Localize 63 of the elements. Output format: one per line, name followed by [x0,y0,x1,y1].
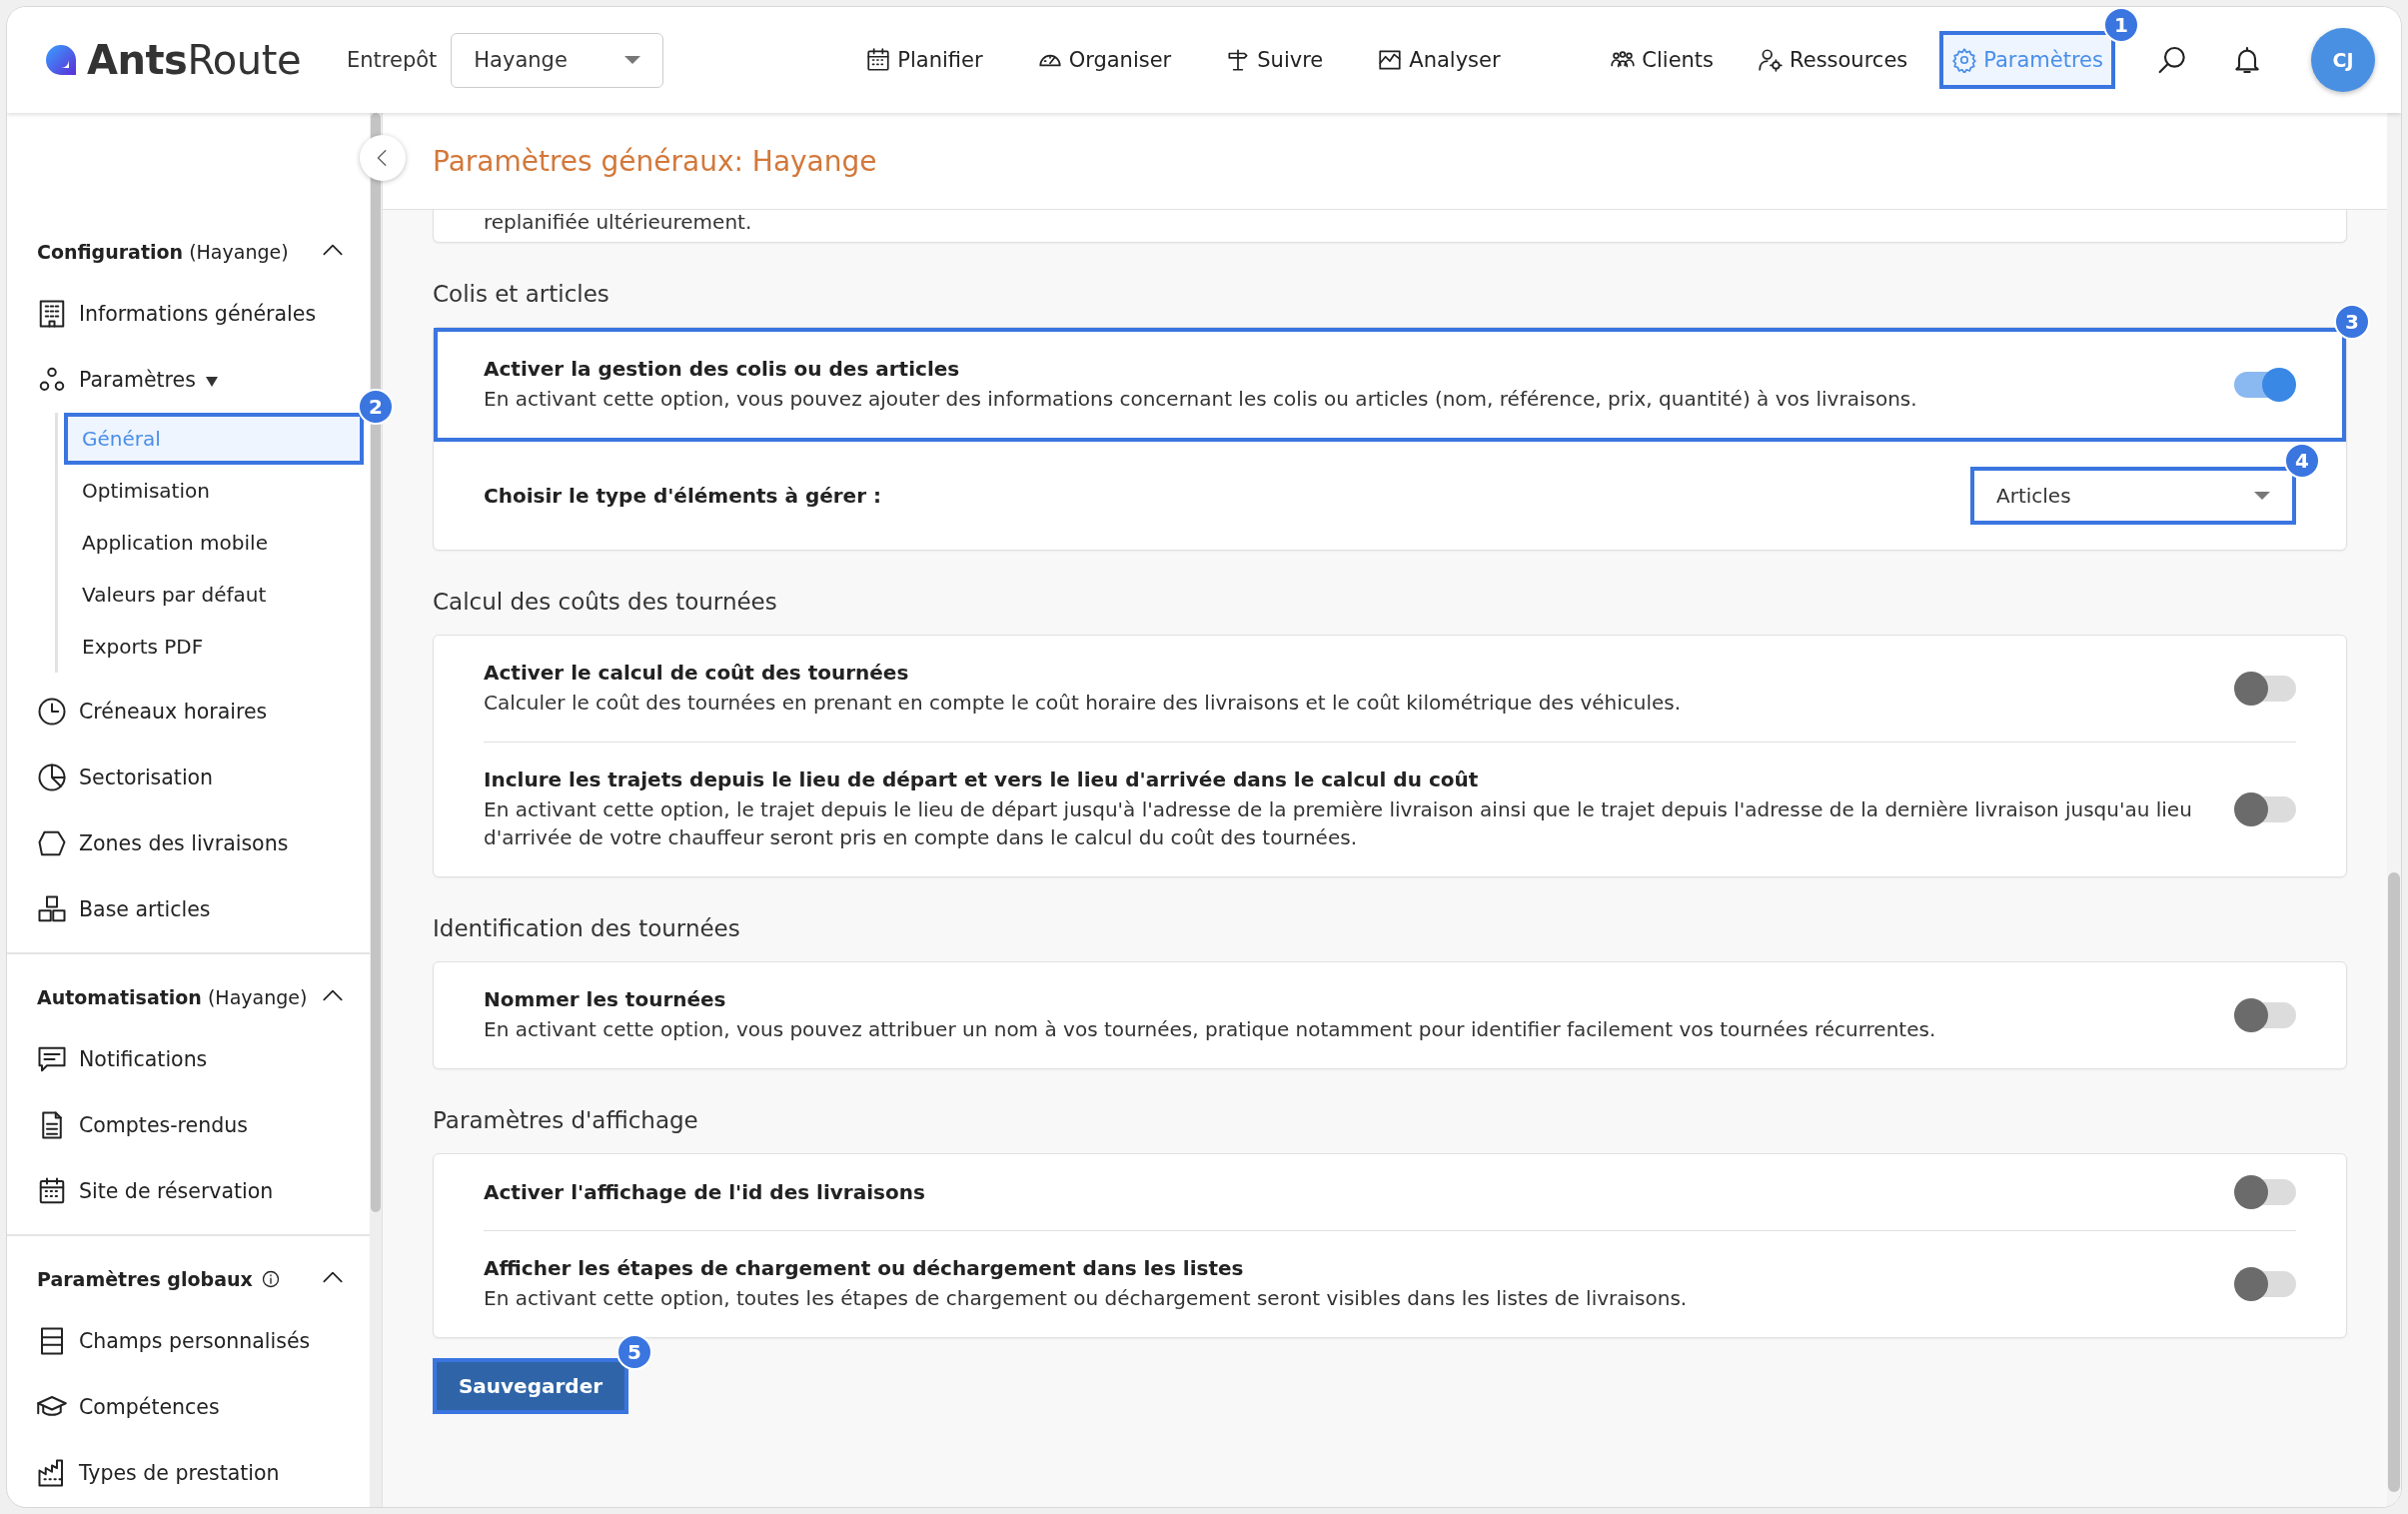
nav-item[interactable]: Analyser [1365,31,1513,89]
save-button[interactable]: Sauvegarder [433,1358,628,1414]
setting-description: En activant cette option, vous pouvez ajouter des informations concernant les colis ou articles (nom, référence, prix, quantité) à vos livraisons. [484,386,1918,413]
sidebar-item[interactable]: Base articles [7,876,370,942]
page-title: Paramètres généraux: Hayange [433,144,877,178]
caret-icon [624,56,641,64]
logo-text: AntsRoute [87,37,301,83]
sidebar-subitem[interactable]: Optimisation [64,465,364,517]
nav-item[interactable]: Planifier [853,31,995,89]
nav-item[interactable]: Organiser [1024,31,1184,89]
sidebar-subitem[interactable]: Application mobile [64,517,364,569]
section-heading: Paramètres d'affichage [433,1107,699,1133]
setting-description: En activant cette option, vous pouvez attribuer un nom à vos tournées, pratique notamment pour identifier facilement vos tournées récurrentes. [484,1016,1937,1043]
nav-item[interactable]: Suivre [1213,31,1336,89]
sidebar-subitem[interactable]: Valeurs par défaut [64,569,364,621]
setting-title: Choisir le type d'éléments à gérer : [484,484,882,508]
sidebar-item[interactable]: Comptes-rendus [7,1092,370,1158]
setting-title: Afficher les étapes de chargement ou déchargement dans les listes [484,1256,1245,1280]
description-text: replanifiée ultérieurement. [484,210,753,236]
section-title: Paramètres globaux [37,1268,253,1290]
pie-chart-icon [37,762,67,792]
setting-title: Activer le calcul de coût des tournées [484,661,910,685]
user-gear-icon [1758,47,1785,73]
nav-item[interactable]: Ressources [1746,31,1920,89]
polygon-icon [37,828,67,858]
message-icon [37,1044,67,1074]
logo-icon [43,42,79,78]
calendar-icon [37,1176,67,1206]
building-icon [37,299,67,329]
clock-icon [37,697,67,727]
caret-icon [2254,492,2270,500]
setting-title: Nommer les tournées [484,987,727,1011]
chart-icon [1377,47,1404,73]
gear-icon [1951,47,1978,73]
setting-description: En activant cette option, toutes les étapes de chargement ou déchargement seront visibles dans les listes de livraisons. [484,1285,1689,1312]
scrollbar-thumb[interactable] [2388,872,2400,1492]
scrollbar-thumb[interactable] [371,113,381,1212]
sidebar-item[interactable]: Informations générales [7,281,370,347]
type-select[interactable]: Articles [1970,467,2296,525]
warehouse-select[interactable]: Hayange [451,32,664,88]
calendar-icon [865,47,892,73]
sidebar-item[interactable]: Types de prestation [7,1440,370,1506]
sidebar-item[interactable]: Compétences [7,1374,370,1440]
boxes-icon [37,894,67,924]
section-title: Configuration (Hayange) [37,241,289,263]
sidebar-item[interactable]: Créneaux horaires [7,679,370,745]
section-heading: Calcul des coûts des tournées [433,589,778,615]
nav-item[interactable]: Clients [1598,31,1727,89]
section-heading: Identification des tournées [433,915,741,941]
setting-title: Activer l'affichage de l'id des livraisons [484,1180,926,1204]
setting-title: Activer la gestion des colis ou des articles [484,357,961,381]
sidebar-item[interactable]: Champs personnalisés [7,1308,370,1374]
sidebar-item[interactable]: Zones des livraisons [7,810,370,876]
section-title: Automatisation (Hayange) [37,986,308,1008]
sidebar-item[interactable]: Sectorisation [7,745,370,810]
setting-title: Inclure les trajets depuis le lieu de départ et vers le lieu d'arrivée dans le calcul du coût [484,767,1480,791]
sidebar-item[interactable]: Site de réservation [7,1158,370,1224]
warehouse-label: Entrepôt [347,48,438,72]
sidebar-subitem[interactable]: Exports PDF [64,621,364,673]
setting-description: Calculer le coût des tournées en prenant en compte le coût horaire des livraisons et le coût kilométrique des véhicules. [484,690,1683,717]
section-heading: Colis et articles [433,281,610,307]
setting-description: En activant cette option, le trajet depuis le lieu de départ jusqu'à l'adresse de la première livraison ainsi que le trajet depuis l'adresse de la dernière livraison jusqu'au lieu d'arrivée de votre chauffeur seront pris en compte dans le calcul du coût des tournées. [484,796,2193,851]
sidebar-item[interactable]: Notifications [7,1026,370,1092]
